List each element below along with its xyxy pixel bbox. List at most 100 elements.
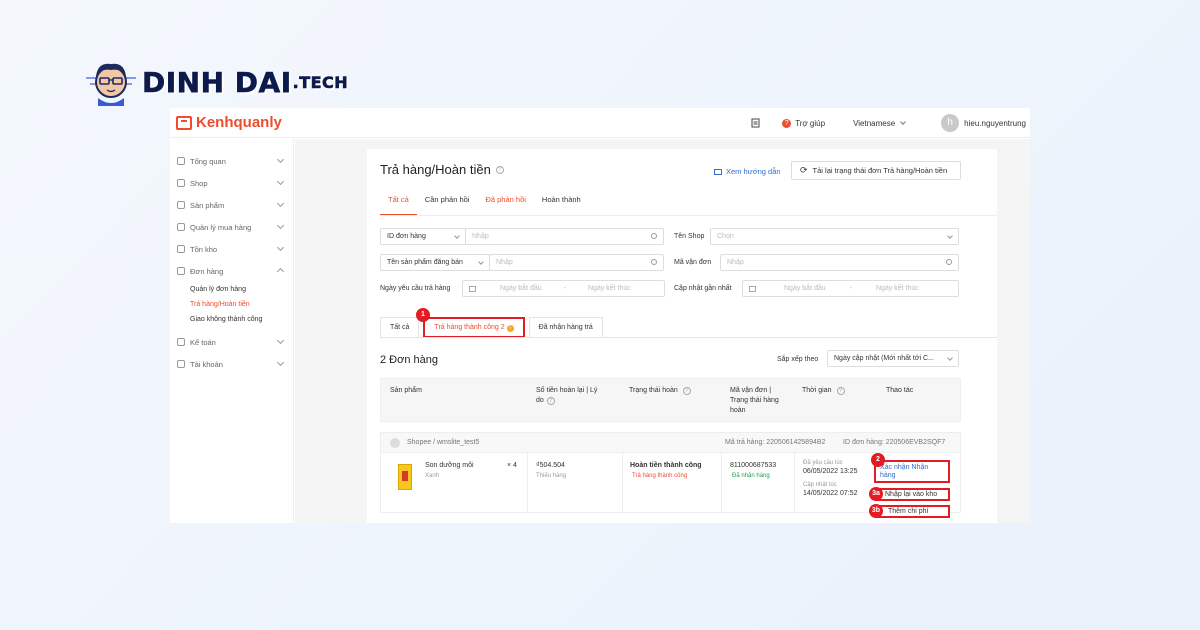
sidebar-subitem-failed-delivery[interactable]: Giao không thành công [170,312,293,327]
brand-suffix: .TECH [292,72,349,92]
sidebar-item-accounting[interactable]: Kế toán [170,331,293,353]
request-end-date: Ngày kết thúc [588,285,631,292]
calendar-icon [749,285,756,292]
order-id-placeholder: Nhập [472,233,489,240]
tracking-filter-label: Mã vận đơn [674,259,712,266]
shop-icon [390,438,400,448]
order-id-input[interactable]: Nhập [465,228,664,245]
subtab-all[interactable]: Tất cả [380,317,420,338]
username: hieu.nguyentrung [964,118,1026,128]
orders-icon [177,267,185,275]
shop-logo-icon [176,115,192,130]
refund-reason: Thiếu hàng [536,473,567,479]
product-type-value: Tên sản phẩm đăng bán [387,259,463,266]
page-title-text: Trả hàng/Hoàn tiền [380,162,491,177]
help-icon: ? [782,118,792,128]
sidebar-item-label: Kế toán [190,337,216,347]
request-date-label: Ngày yêu cầu trả hàng [380,285,451,292]
main-content: Trả hàng/Hoàn tiền ? Xem hướng dẫn ⟳ Tải… [295,139,1030,523]
kenhquanly-logo[interactable]: Kenhquanly [176,114,282,131]
top-bar: Kenhquanly ? Trợ giúp Vietnamese h hieu.… [170,108,1030,138]
add-fee-label: Thêm chi phí [888,508,929,515]
column-divider [721,453,722,512]
tab-completed[interactable]: Hoàn thành [534,192,589,216]
sidebar-item-inventory[interactable]: Tồn kho [170,238,293,260]
accounting-icon [177,338,185,346]
shop-select[interactable]: Chọn [710,228,959,245]
sidebar-item-label: Quản lý mua hàng [190,222,252,232]
subtab-return-success[interactable]: Trả hàng thành công 2! [423,317,525,338]
refund-amount: ₫504.504 [536,462,565,469]
confirm-receipt-button[interactable]: Xác nhận Nhận hàng [874,460,950,483]
order-id-type-select[interactable]: ID đơn hàng [380,228,466,245]
chevron-down-icon [947,233,953,239]
reload-button-label: Tải lại trạng thái đơn Trả hàng/Hoàn tiề… [812,166,948,175]
annotation-badge-1: 1 [416,308,430,322]
refund-status: Hoàn tiền thành công [630,462,702,469]
shop-filter-label: Tên Shop [674,233,705,240]
subtab-received-returns[interactable]: Đã nhận hàng trả [528,317,603,338]
sidebar: Tổng quan Shop Sản phẩm Quản lý mua hàng… [170,139,294,523]
return-status: Trả hàng thành công [632,473,688,479]
store-icon [177,179,185,187]
product-image [398,464,412,490]
cart-icon [177,223,185,231]
tab-all[interactable]: Tất cả [380,192,417,216]
sidebar-subitem-returns[interactable]: Trả hàng/Hoàn tiền [170,297,293,312]
sidebar-subitem-manage-orders[interactable]: Quản lý đơn hàng [170,282,293,297]
reload-status-button[interactable]: ⟳ Tải lại trạng thái đơn Trả hàng/Hoàn t… [791,161,961,180]
sidebar-item-orders[interactable]: Đơn hàng [170,260,293,282]
brand-name: DINH DAI [142,65,292,99]
tracking-number: 811000687533 [730,462,777,469]
product-name-input[interactable]: Nhập [489,254,664,271]
guide-link[interactable]: Xem hướng dẫn [714,167,781,176]
th-refund-line1: Số tiền hoàn lại | Lý [536,387,598,394]
help-circle-icon[interactable]: ? [682,387,691,395]
product-placeholder: Nhập [496,259,513,266]
add-fee-button[interactable]: Thêm chi phí [875,505,950,518]
th-refund-amount: Số tiền hoàn lại | Lý do ? [536,386,597,406]
sidebar-item-account[interactable]: Tài khoản [170,353,293,375]
language-select[interactable]: Vietnamese [853,119,907,128]
tracking-input[interactable]: Nhập [720,254,959,271]
updated-date-range[interactable]: Ngày bắt đầu - Ngày kết thúc [742,280,959,297]
request-date-range[interactable]: Ngày bắt đầu - Ngày kết thúc [462,280,665,297]
notes-icon[interactable] [751,118,760,128]
help-circle-icon[interactable]: ? [546,397,555,405]
sidebar-item-purchasing[interactable]: Quản lý mua hàng [170,216,293,238]
help-circle-icon[interactable]: ? [495,165,504,174]
chevron-down-icon [276,155,285,164]
sidebar-item-label: Tổng quan [190,156,226,166]
tracking-status: Đã nhận hàng [732,473,770,479]
product-name[interactable]: Son dưỡng môi [425,462,474,469]
chevron-up-icon [276,267,285,276]
annotation-badge-3b: 3b [869,504,883,518]
sidebar-item-products[interactable]: Sản phẩm [170,194,293,216]
updated-time: 14/05/2022 07:52 [803,490,858,497]
warning-icon: ! [506,325,514,332]
sort-select[interactable]: Ngày cập nhật (Mới nhất tới C... [827,350,959,367]
th-refund-status-label: Trạng thái hoàn [629,387,678,394]
sidebar-item-shop[interactable]: Shop [170,172,293,194]
order-shop-name: Shopee / wmslite_test5 [407,439,480,446]
chevron-down-icon [276,243,285,252]
tab-need-response[interactable]: Cần phản hồi [417,192,478,216]
user-menu[interactable]: h hieu.nguyentrung [941,114,1026,132]
product-type-select[interactable]: Tên sản phẩm đăng bán [380,254,490,271]
brand-logo: DINH DAI .TECH [86,58,348,106]
chevron-down-icon [900,119,907,125]
restock-label: Nhập lại vào kho [885,491,938,498]
search-icon [651,233,657,239]
help-button[interactable]: ? Trợ giúp [782,118,825,128]
sidebar-item-overview[interactable]: Tổng quan [170,150,293,172]
return-id: Mã trả hàng: 2205061425894B2 [725,439,826,446]
tab-responded[interactable]: Đã phản hồi [477,192,533,216]
th-tracking-line1: Mã vận đơn | [730,387,772,394]
th-tracking: Mã vận đơn | Trạng thái hàng hoàn [730,386,779,416]
annotation-badge-2: 2 [871,453,885,467]
restock-button[interactable]: Nhập lại vào kho [875,488,950,501]
confirm-receipt-line1: Xác nhận Nhận [880,464,929,471]
help-circle-icon[interactable]: ? [836,387,845,395]
search-icon [651,259,657,265]
th-time-label: Thời gian [802,387,832,394]
